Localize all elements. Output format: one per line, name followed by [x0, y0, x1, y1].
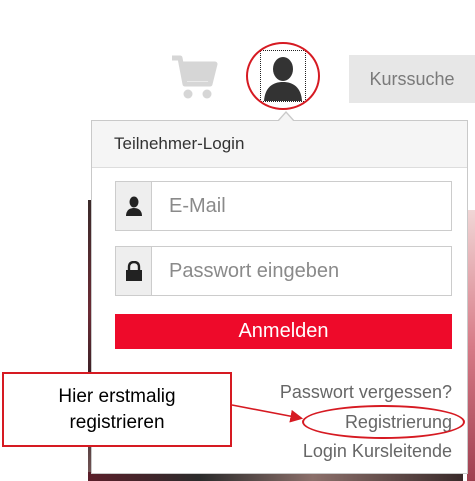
annotation-callout: Hier erstmalig registrieren: [2, 372, 232, 447]
callout-line-2: registrieren: [69, 411, 165, 433]
callout-line-1: Hier erstmalig: [58, 385, 176, 407]
